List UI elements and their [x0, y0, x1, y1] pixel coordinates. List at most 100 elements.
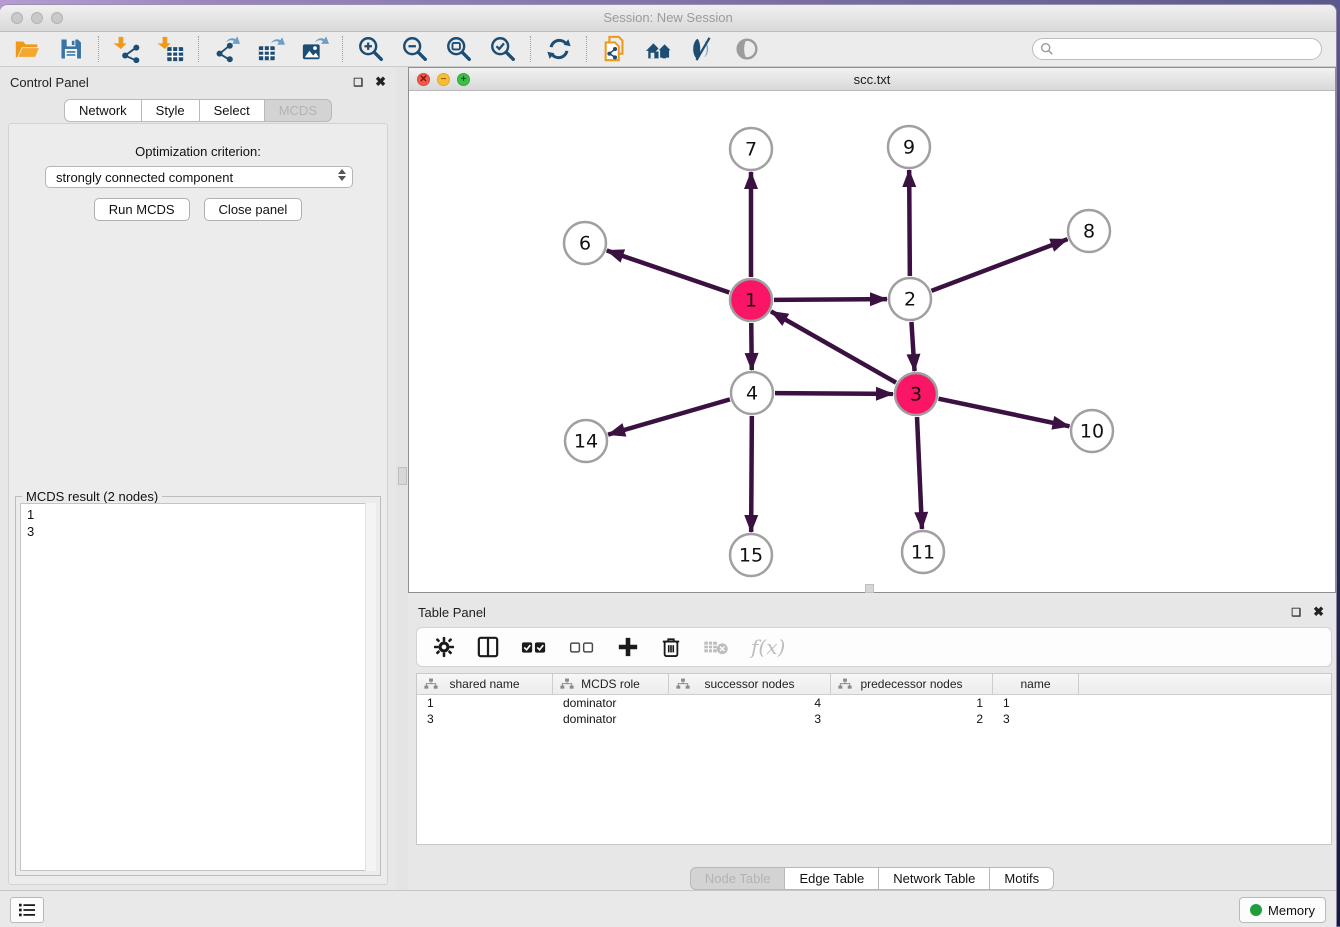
svg-text:14: 14 — [574, 431, 598, 453]
table-cell: 3 — [669, 711, 831, 727]
graph-edge-1-2[interactable] — [774, 299, 887, 300]
table-panel-close-icon[interactable]: ✖ — [1313, 604, 1324, 620]
export-image-icon[interactable] — [300, 34, 330, 64]
svg-text:15: 15 — [739, 545, 763, 567]
graph-node-2[interactable]: 2 — [889, 278, 931, 320]
mcds-panel: Optimization criterion: strongly connect… — [8, 123, 388, 885]
network-graph[interactable]: 7 9 6 8 1 2 4 3 14 10 15 11 — [409, 91, 1335, 592]
deselect-all-icon[interactable] — [569, 638, 595, 656]
export-table-icon[interactable] — [256, 34, 286, 64]
run-mcds-button[interactable]: Run MCDS — [94, 198, 190, 221]
column-layout-icon[interactable] — [477, 636, 499, 658]
zoom-out-icon[interactable] — [400, 34, 430, 64]
table-panel-float-icon[interactable]: ❑ — [1291, 606, 1301, 619]
column-header-name[interactable]: name — [993, 674, 1079, 694]
task-menu-button[interactable] — [10, 897, 44, 923]
tab-mcds[interactable]: MCDS — [264, 99, 332, 122]
zoom-fit-icon[interactable] — [444, 34, 474, 64]
svg-text:1: 1 — [745, 290, 757, 312]
tab-motifs[interactable]: Motifs — [989, 867, 1054, 890]
home-layout-icon[interactable] — [644, 34, 674, 64]
close-panel-button[interactable]: Close panel — [204, 198, 303, 221]
column-header-shared-name[interactable]: shared name — [417, 674, 553, 694]
select-all-icon[interactable] — [521, 638, 547, 656]
column-header-predecessor-nodes[interactable]: predecessor nodes — [831, 674, 993, 694]
graph-edge-4-14[interactable] — [608, 399, 730, 434]
graph-edge-2-3[interactable] — [911, 322, 914, 371]
main-toolbar — [0, 32, 1336, 67]
settings-gear-icon[interactable] — [433, 636, 455, 658]
graph-edge-1-6[interactable] — [607, 250, 729, 292]
optimization-criterion-select[interactable]: strongly connected component — [45, 166, 353, 188]
open-session-icon[interactable] — [12, 34, 42, 64]
graph-node-3[interactable]: 3 — [895, 373, 937, 415]
duplicate-network-icon[interactable] — [600, 34, 630, 64]
sitemap-icon — [676, 678, 690, 690]
column-header-successor-nodes[interactable]: successor nodes — [669, 674, 831, 694]
graph-node-15[interactable]: 15 — [730, 534, 772, 576]
graph-edge-2-9[interactable] — [909, 170, 910, 276]
search-input[interactable] — [1032, 38, 1322, 60]
network-frame-titlebar[interactable]: ✕ − + scc.txt — [409, 68, 1335, 91]
tab-network[interactable]: Network — [64, 99, 142, 122]
graphics-details-icon[interactable] — [688, 34, 718, 64]
table-toolbar: f(x) — [416, 627, 1332, 667]
graph-node-7[interactable]: 7 — [730, 128, 772, 170]
result-line: 1 — [27, 506, 375, 523]
mcds-result-text[interactable]: 13 — [20, 503, 376, 871]
table-row[interactable]: 1dominator411 — [417, 695, 1331, 711]
table-tabs: Node TableEdge TableNetwork TableMotifs — [408, 867, 1336, 890]
frame-resize-handle[interactable] — [865, 584, 874, 593]
function-builder-icon[interactable]: f(x) — [751, 635, 785, 659]
control-panel-close-icon[interactable]: ✖ — [375, 74, 386, 90]
table-body: 1dominator4113dominator323 — [417, 695, 1331, 727]
graph-node-9[interactable]: 9 — [888, 126, 930, 168]
tab-network-table[interactable]: Network Table — [878, 867, 990, 890]
birdseye-view-icon[interactable] — [732, 34, 762, 64]
graph-node-1[interactable]: 1 — [730, 279, 772, 321]
graph-edge-2-8[interactable] — [932, 239, 1068, 291]
graph-node-14[interactable]: 14 — [565, 420, 607, 462]
graph-edge-4-3[interactable] — [775, 393, 893, 394]
memory-status-icon — [1250, 904, 1262, 916]
zoom-in-icon[interactable] — [356, 34, 386, 64]
column-header-label: name — [1020, 677, 1050, 691]
result-scrollbar[interactable] — [365, 503, 376, 871]
import-table-icon[interactable] — [156, 34, 186, 64]
result-line: 3 — [27, 523, 375, 540]
graph-node-8[interactable]: 8 — [1068, 210, 1110, 252]
save-session-icon[interactable] — [56, 34, 86, 64]
graph-edge-1-4[interactable] — [751, 323, 752, 370]
memory-label: Memory — [1268, 903, 1315, 918]
graph-node-6[interactable]: 6 — [564, 222, 606, 264]
tab-edge-table[interactable]: Edge Table — [784, 867, 879, 890]
tab-style[interactable]: Style — [141, 99, 200, 122]
column-header-MCDS-role[interactable]: MCDS role — [553, 674, 669, 694]
sitemap-icon — [560, 678, 574, 690]
add-column-icon[interactable] — [617, 636, 639, 658]
memory-button[interactable]: Memory — [1239, 897, 1326, 923]
chevron-updown-icon — [338, 169, 346, 181]
graph-edge-3-1[interactable] — [771, 311, 896, 382]
splitter-handle-icon[interactable] — [398, 467, 407, 485]
graph-edge-3-11[interactable] — [917, 417, 922, 529]
import-network-icon[interactable] — [112, 34, 142, 64]
graph-edge-4-15[interactable] — [751, 416, 752, 532]
export-network-icon[interactable] — [212, 34, 242, 64]
graph-node-4[interactable]: 4 — [731, 372, 773, 414]
tab-node-table[interactable]: Node Table — [690, 867, 786, 890]
title-bar: Session: New Session — [0, 5, 1336, 32]
graph-edge-3-10[interactable] — [939, 399, 1070, 427]
zoom-selected-icon[interactable] — [488, 34, 518, 64]
table-row[interactable]: 3dominator323 — [417, 711, 1331, 727]
graph-node-10[interactable]: 10 — [1071, 410, 1113, 452]
tab-select[interactable]: Select — [199, 99, 265, 122]
refresh-layout-icon[interactable] — [544, 34, 574, 64]
delete-column-icon[interactable] — [661, 636, 681, 658]
graph-node-11[interactable]: 11 — [902, 531, 944, 573]
panel-splitter[interactable] — [396, 67, 408, 891]
delete-table-icon[interactable] — [703, 638, 729, 656]
control-panel-float-icon[interactable]: ❑ — [353, 76, 363, 89]
table-cell: dominator — [553, 711, 669, 727]
table-cell: 4 — [669, 695, 831, 711]
